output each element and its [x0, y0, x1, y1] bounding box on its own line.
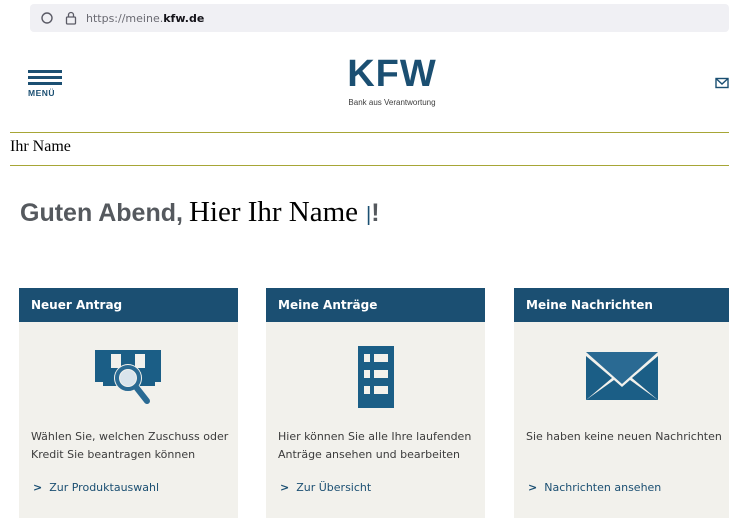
document-search-icon: [94, 350, 161, 404]
address-bar[interactable]: https://meine.kfw.de: [30, 4, 729, 32]
card-description: Sie haben keine neuen Nachrichten: [526, 430, 722, 443]
hamburger-icon: [28, 70, 62, 85]
divider-bottom: [10, 165, 729, 166]
name-label: Ihr Name: [10, 138, 71, 155]
link-label: Nachrichten ansehen: [544, 481, 662, 494]
product-selection-link[interactable]: > Zur Produktauswahl: [33, 481, 159, 494]
link-label: Zur Übersicht: [296, 481, 372, 494]
logo-tagline: Bank aus Verantwortung: [348, 98, 436, 107]
chevron-right-icon: >: [33, 481, 43, 494]
card-title: Meine Nachrichten: [514, 288, 729, 322]
mail-icon[interactable]: [715, 77, 729, 89]
url-text[interactable]: https://meine.kfw.de: [86, 12, 204, 25]
greeting-prefix: Guten Abend,: [20, 199, 183, 227]
lock-icon[interactable]: [64, 11, 78, 25]
list-icon: [357, 346, 394, 408]
card-title: Neuer Antrag: [19, 288, 238, 322]
kfw-logo[interactable]: KFW Bank aus Verantwortung: [340, 55, 444, 107]
chevron-right-icon: >: [528, 481, 538, 494]
greeting-name: Hier Ihr Name: [188, 196, 359, 228]
link-label: Zur Produktauswahl: [49, 481, 160, 494]
greeting-suffix: !: [371, 199, 380, 227]
card-title: Meine Anträge: [266, 288, 485, 322]
envelope-icon: [585, 352, 658, 400]
menu-button[interactable]: MENÜ: [28, 70, 62, 98]
card-new-application: Neuer Antrag Wählen Sie, welchen Zuschus…: [19, 288, 238, 518]
greeting: Guten Abend, Hier Ihr Name | !: [20, 196, 380, 229]
shield-icon[interactable]: [40, 11, 54, 25]
overview-link[interactable]: > Zur Übersicht: [280, 481, 371, 494]
card-description: Hier können Sie alle Ihre laufenden Antr…: [278, 430, 472, 461]
url-domain: kfw.de: [163, 11, 205, 25]
card-my-messages: Meine Nachrichten Sie haben keine neuen …: [514, 288, 729, 518]
card-description: Wählen Sie, welchen Zuschuss oder Kredit…: [31, 430, 229, 461]
chevron-right-icon: >: [280, 481, 290, 494]
url-prefix: https://meine.: [86, 11, 164, 25]
logo-mark: KFW: [347, 53, 437, 95]
messages-link[interactable]: > Nachrichten ansehen: [528, 481, 661, 494]
divider-top: [10, 132, 729, 133]
menu-label: MENÜ: [28, 88, 56, 98]
card-my-applications: Meine Anträge Hier können Sie alle Ihre …: [266, 288, 485, 518]
